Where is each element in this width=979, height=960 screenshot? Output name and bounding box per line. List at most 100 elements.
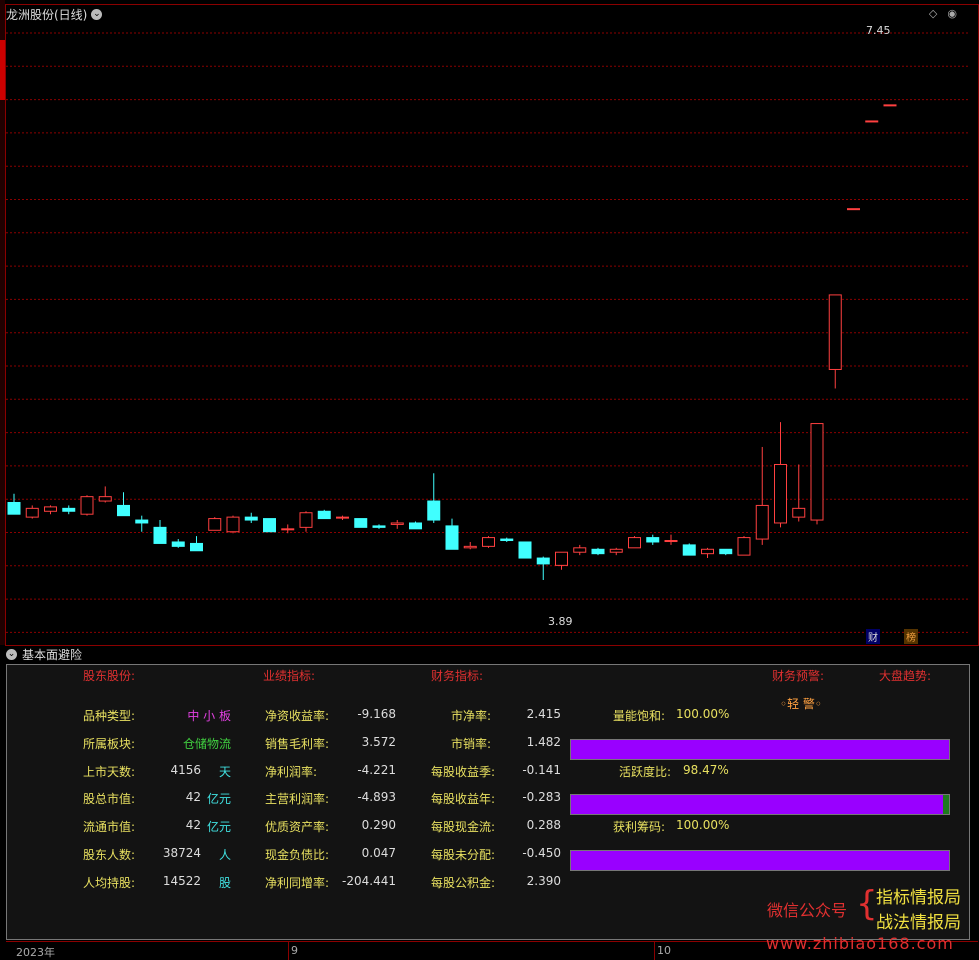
candle[interactable] [810,423,824,525]
candle[interactable] [609,547,623,556]
holder-row-label: 品种类型: [83,709,136,723]
candle[interactable] [555,551,568,570]
candle[interactable] [536,556,550,580]
candle[interactable] [171,539,185,548]
candle[interactable] [80,495,94,516]
candle[interactable] [317,509,331,520]
candle[interactable] [664,534,678,545]
candle[interactable] [372,524,386,529]
candle[interactable] [390,520,404,529]
performance-row-label: 净利同增率: [265,875,330,890]
finance-tag[interactable]: 财 [866,629,880,644]
candle[interactable] [883,104,897,107]
activity-ratio-fill [571,795,944,814]
holder-row-label: 上市天数: [83,764,136,779]
candle[interactable] [336,515,349,521]
performance-row-label: 销售毛利率: [265,736,330,751]
finance-row-value: 0.288 [526,818,561,833]
candle[interactable] [682,543,696,556]
holders-header: 股东股份: [83,669,136,683]
candle[interactable] [190,536,203,552]
holder-row-unit: 人 [219,848,232,862]
candle[interactable] [44,505,57,515]
finance-row-value: -0.283 [522,790,561,805]
candle[interactable] [299,511,313,532]
finance-row-label: 每股收益季: [431,764,496,779]
performance-row-value: -204.441 [342,873,396,888]
axis-month-label: 10 [657,944,671,957]
candle[interactable] [701,547,714,559]
performance-row-label: 现金负债比: [265,848,330,862]
candle[interactable] [226,515,240,534]
candle[interactable] [792,464,806,522]
ranking-tag[interactable]: 榜 [904,629,918,644]
performance-header: 业绩指标: [263,669,316,683]
candle[interactable] [409,521,422,530]
candle[interactable] [628,536,641,549]
profit-chips-label: 获利筹码: [613,820,666,834]
candle[interactable] [482,536,495,548]
candle[interactable] [755,446,769,545]
warning-header: 财务预警: [772,669,825,683]
holder-row-unit: 亿元 [207,792,232,807]
axis-divider [654,942,655,960]
candle[interactable] [445,518,459,550]
candle[interactable] [62,505,76,515]
finance-row-value: 2.390 [526,873,561,888]
candle[interactable] [281,524,295,534]
performance-row-value: 0.047 [361,846,396,860]
candle[interactable] [646,534,660,545]
candle[interactable] [208,517,222,531]
watermark-brace: { [856,884,878,924]
axis-month-label: 9 [291,944,298,957]
volume-saturation-label: 量能饱和: [613,709,666,723]
candle[interactable] [865,120,879,123]
warning-level: ◦轻 警◦ [780,697,822,711]
candle[interactable] [98,486,112,503]
performance-row-value: 3.572 [361,734,396,749]
performance-row-value: -4.221 [357,762,396,777]
candle[interactable] [263,518,276,533]
performance-row-label: 主营利润率: [265,792,330,807]
finance-row-label: 每股收益年: [431,792,496,807]
candle[interactable] [427,473,441,523]
finance-row-value: -0.450 [522,846,561,860]
finance-row-label: 市销率: [451,736,492,751]
candlestick-chart[interactable] [6,5,970,643]
candle[interactable] [737,536,751,556]
candle[interactable] [573,544,587,556]
candle[interactable] [7,493,21,515]
performance-row-value: -9.168 [357,707,396,721]
chevron-down-icon[interactable]: ⌄ [6,649,17,660]
holder-row-value: 42 [185,790,201,805]
performance-row-value: -4.893 [357,790,396,805]
candle[interactable] [153,520,167,544]
axis-year-label: 2023年 [16,946,55,959]
low-price-label: 3.89 [548,615,573,628]
candle[interactable] [354,518,368,528]
performance-row-label: 净利润率: [265,764,318,779]
candle[interactable] [847,208,860,211]
candle[interactable] [25,505,39,519]
candle[interactable] [719,548,733,556]
candle[interactable] [500,537,514,542]
holder-row-unit: 股 [219,875,232,890]
holder-row-label: 流通市值: [83,820,136,835]
candle[interactable] [244,512,258,523]
holder-row-unit: 亿元 [207,820,232,835]
candle[interactable] [518,541,532,559]
high-price-label: 7.45 [866,24,891,37]
finance-row-value: -0.141 [522,762,561,777]
candle[interactable] [828,294,842,389]
candle[interactable] [135,515,149,532]
finance-row-value: 1.482 [526,734,561,749]
holder-row-value: 14522 [162,873,201,888]
candle[interactable] [117,492,130,517]
finance-row-label: 每股公积金: [431,875,496,890]
holder-row-label: 人均持股: [83,875,136,890]
holder-row-value: 38724 [162,846,201,860]
candle[interactable] [591,547,605,556]
candle[interactable] [774,422,787,528]
activity-ratio-bar [570,794,950,815]
candle[interactable] [463,541,477,550]
